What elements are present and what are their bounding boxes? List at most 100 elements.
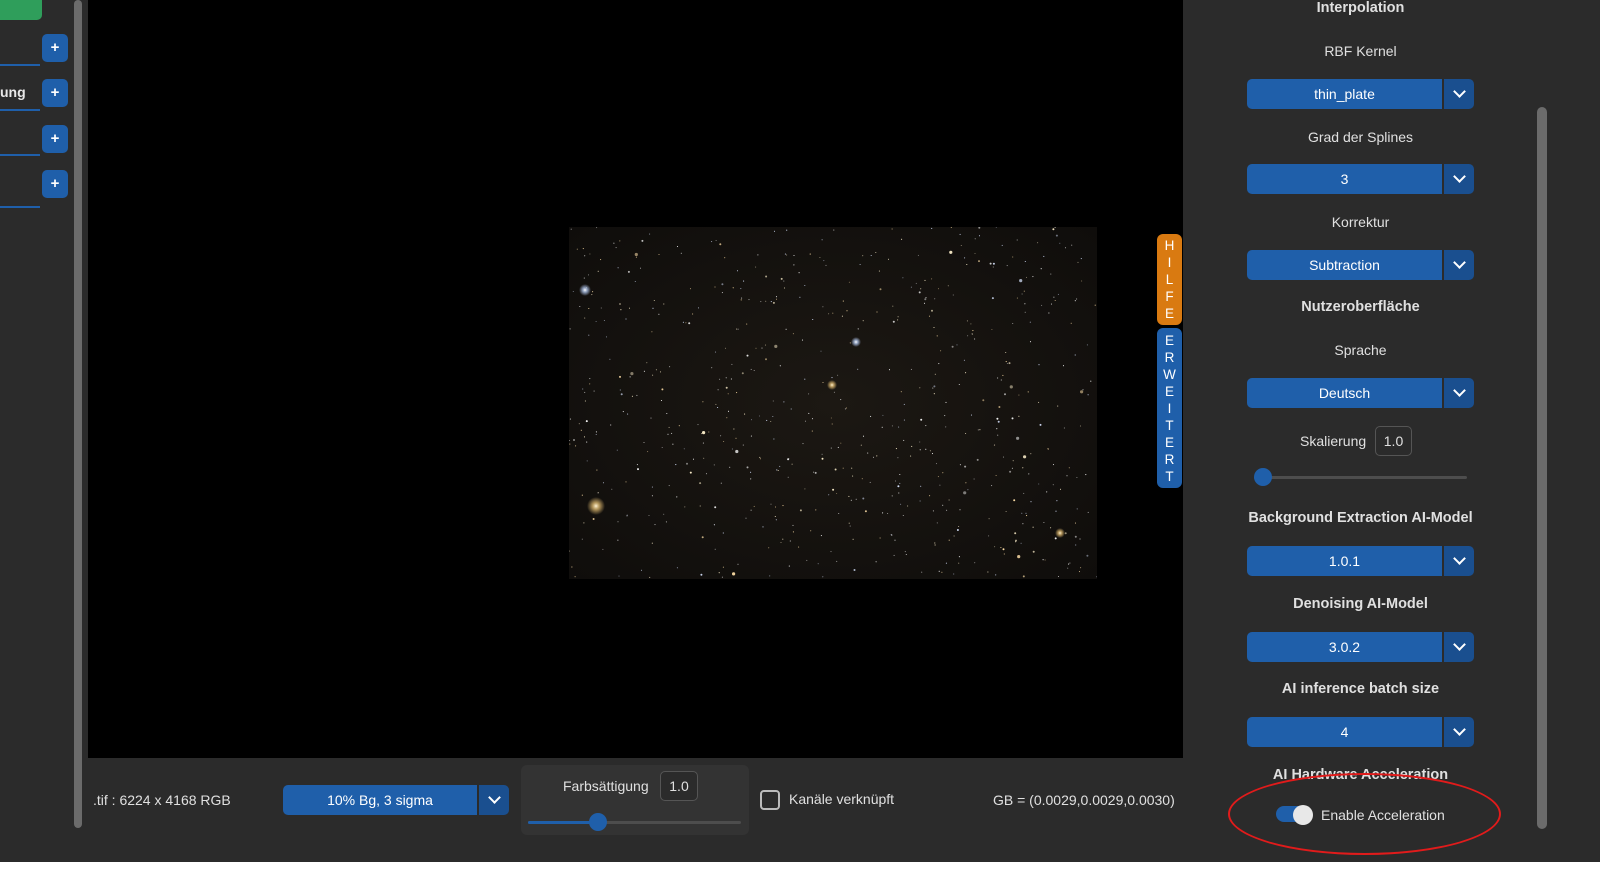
chevron-down-icon[interactable] [1444, 79, 1474, 109]
correction-select[interactable]: Subtraction [1247, 250, 1474, 280]
star [792, 531, 794, 533]
spline-degree-select[interactable]: 3 [1247, 164, 1474, 194]
scaling-slider-track[interactable] [1254, 476, 1467, 479]
star [1077, 261, 1079, 263]
chevron-down-icon[interactable] [1444, 632, 1474, 662]
star [820, 535, 822, 537]
language-select[interactable]: Deutsch [1247, 378, 1474, 408]
star [583, 436, 586, 438]
star [910, 368, 912, 370]
language-value[interactable]: Deutsch [1247, 378, 1442, 408]
denoise-select[interactable]: 3.0.2 [1247, 632, 1474, 662]
star [1050, 303, 1053, 305]
left-item-3[interactable] [0, 120, 40, 156]
star [851, 467, 853, 469]
rbf-kernel-select[interactable]: thin_plate [1247, 79, 1474, 109]
star [996, 417, 999, 420]
star [584, 255, 586, 257]
add-button-1[interactable]: + [42, 34, 68, 62]
star [924, 279, 926, 281]
star [765, 275, 768, 278]
star [849, 342, 851, 344]
star [634, 252, 638, 257]
star [833, 229, 835, 231]
left-item-2[interactable]: ung [0, 75, 40, 111]
batch-size-value[interactable]: 4 [1247, 717, 1442, 747]
rbf-kernel-value[interactable]: thin_plate [1247, 79, 1442, 109]
scaling-value-input[interactable]: 1.0 [1375, 426, 1412, 456]
star [860, 444, 862, 446]
chevron-down-icon[interactable] [1444, 546, 1474, 576]
star [665, 521, 667, 523]
star [761, 347, 763, 349]
add-button-2[interactable]: + [42, 79, 68, 107]
star [1018, 415, 1020, 417]
star [595, 320, 597, 323]
star [1067, 567, 1069, 569]
settings-scrollbar[interactable] [1537, 107, 1547, 829]
chevron-down-icon[interactable] [1444, 378, 1474, 408]
star [759, 458, 761, 460]
star [970, 323, 972, 325]
star [917, 254, 919, 256]
left-item-4[interactable] [0, 172, 40, 208]
chevron-down-icon[interactable] [479, 785, 509, 815]
star [840, 442, 842, 444]
chevron-down-icon[interactable] [1444, 717, 1474, 747]
star [846, 310, 848, 312]
saturation-value-input[interactable]: 1.0 [660, 771, 698, 801]
star [958, 556, 960, 558]
star [953, 535, 955, 537]
add-button-4[interactable]: + [42, 170, 68, 198]
star [1057, 575, 1060, 578]
star [774, 515, 776, 518]
star [717, 406, 719, 409]
help-tab[interactable]: HILFE [1157, 234, 1182, 325]
star [789, 540, 791, 542]
star [619, 303, 621, 305]
star [647, 451, 649, 453]
star [715, 403, 717, 405]
star [978, 260, 980, 263]
star [1000, 379, 1002, 381]
scaling-slider-thumb[interactable] [1254, 468, 1272, 486]
star [575, 445, 577, 447]
spline-degree-value[interactable]: 3 [1247, 164, 1442, 194]
star [611, 488, 613, 490]
active-section-tab[interactable] [0, 0, 42, 20]
star [1022, 575, 1025, 578]
link-channels-checkbox[interactable] [760, 790, 780, 810]
star [1050, 527, 1052, 529]
star [770, 503, 772, 505]
star [750, 509, 752, 511]
advanced-tab[interactable]: ERWEITERT [1157, 328, 1182, 488]
interpolation-heading: Interpolation [1316, 0, 1405, 16]
star [964, 257, 966, 259]
star [589, 253, 591, 255]
link-channels-label[interactable]: Kanäle verknüpft [789, 791, 894, 807]
star [938, 363, 940, 365]
saturation-label: Farbsättigung [563, 778, 649, 794]
stretch-select[interactable]: 10% Bg, 3 sigma [283, 785, 509, 815]
bg-model-value[interactable]: 1.0.1 [1247, 546, 1442, 576]
denoise-value[interactable]: 3.0.2 [1247, 632, 1442, 662]
left-item-1[interactable] [0, 30, 40, 66]
star [925, 297, 927, 299]
star [819, 256, 821, 259]
left-scrollbar[interactable] [74, 0, 82, 828]
star [956, 344, 958, 346]
star [897, 316, 899, 318]
left-item-underline [0, 206, 40, 208]
chevron-down-icon[interactable] [1444, 164, 1474, 194]
add-button-3[interactable]: + [42, 125, 68, 153]
chevron-down-icon[interactable] [1444, 250, 1474, 280]
bg-model-select[interactable]: 1.0.1 [1247, 546, 1474, 576]
star [588, 334, 590, 336]
star [852, 538, 854, 540]
star [929, 450, 931, 452]
stretch-select-value[interactable]: 10% Bg, 3 sigma [283, 785, 477, 815]
correction-value[interactable]: Subtraction [1247, 250, 1442, 280]
batch-size-select[interactable]: 4 [1247, 717, 1474, 747]
image-canvas[interactable] [88, 0, 1183, 758]
star [949, 250, 953, 254]
